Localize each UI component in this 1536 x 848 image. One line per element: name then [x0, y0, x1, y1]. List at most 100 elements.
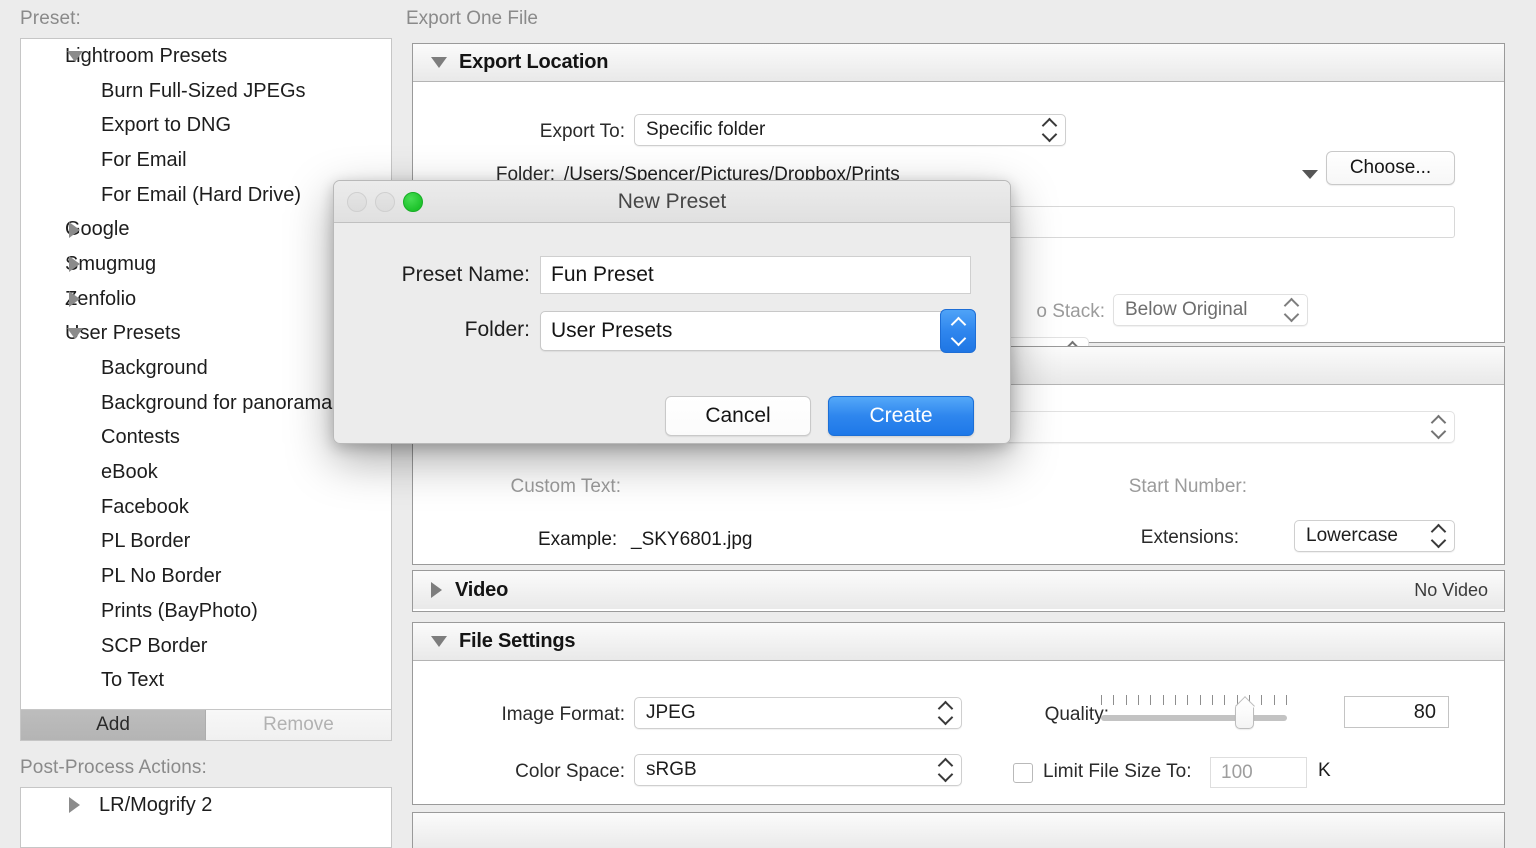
disclosure-triangle-right-icon[interactable] [69, 797, 80, 814]
export-location-header[interactable]: Export Location [413, 44, 1504, 82]
tree-item-row[interactable]: Facebook [21, 490, 391, 525]
chevron-updown-icon [1042, 120, 1056, 140]
color-space-value: sRGB [646, 759, 697, 780]
folder-label: Folder: [464, 318, 530, 341]
quality-slider-track[interactable] [1101, 715, 1287, 721]
new-preset-dialog: New Preset Preset Name: Fun Preset Folde… [333, 180, 1011, 444]
quality-slider[interactable] [1101, 695, 1287, 729]
extensions-select[interactable]: Lowercase [1294, 520, 1455, 552]
image-format-value: JPEG [646, 702, 696, 723]
post-process-actions-list[interactable]: LR/Mogrify 2 [20, 787, 392, 848]
tree-item-row[interactable]: PL No Border [21, 559, 391, 594]
folder-value: User Presets [551, 319, 673, 342]
limit-file-size-input[interactable]: 100 [1210, 757, 1307, 788]
example-filename-value: _SKY6801.jpg [631, 529, 753, 550]
cancel-button[interactable]: Cancel [665, 396, 811, 436]
window-controls [347, 191, 423, 212]
folder-history-chevron-down-icon[interactable] [1302, 170, 1318, 179]
disclosure-triangle-down-icon[interactable] [431, 57, 447, 68]
tree-item-row[interactable]: Burn Full-Sized JPEGs [21, 74, 391, 109]
image-sizing-section [412, 812, 1505, 848]
preset-list-buttons: Add Remove [20, 710, 392, 741]
tree-item-row[interactable]: SCP Border [21, 629, 391, 664]
export-dialog-window: Preset: Lightroom Presets Burn Full-Sized… [0, 0, 1536, 848]
extensions-value: Lowercase [1306, 525, 1398, 546]
stepper-updown-icon[interactable] [940, 309, 976, 353]
disclosure-triangle-down-icon[interactable] [67, 50, 83, 62]
chevron-updown-icon [938, 760, 952, 780]
preset-name-label: Preset Name: [401, 263, 530, 286]
tree-item-label: Background for panoramas [101, 391, 343, 414]
tree-item-row[interactable]: For Email [21, 143, 391, 178]
dialog-titlebar[interactable]: New Preset [334, 181, 1010, 223]
tree-item-row[interactable]: To Text [21, 663, 391, 698]
choose-folder-button[interactable]: Choose... [1326, 151, 1455, 185]
tree-item-row[interactable]: PL Border [21, 525, 391, 560]
limit-file-size-checkbox[interactable] [1013, 763, 1033, 783]
file-settings-header[interactable]: File Settings [413, 623, 1504, 661]
disclosure-triangle-down-icon[interactable] [67, 328, 83, 340]
export-to-value: Specific folder [646, 119, 766, 140]
image-format-label: Image Format: [501, 704, 625, 725]
preset-name-input[interactable]: Fun Preset [540, 256, 971, 294]
minimize-icon[interactable] [375, 191, 395, 212]
tree-item-label: To Text [101, 669, 164, 692]
dialog-title: New Preset [617, 189, 727, 213]
tree-item-label: Export to DNG [101, 114, 232, 137]
file-settings-section: File Settings Image Format: JPEG Color S… [412, 622, 1505, 805]
quality-value-input[interactable]: 80 [1344, 696, 1449, 728]
quality-label: Quality: [1044, 704, 1109, 725]
tree-item-row[interactable]: Prints (BayPhoto) [21, 594, 391, 629]
tree-item-label: PL Border [101, 530, 191, 553]
tree-item-label: Burn Full-Sized JPEGs [101, 79, 306, 102]
list-item[interactable]: LR/Mogrify 2 [21, 788, 391, 823]
tree-group-row[interactable]: Lightroom Presets [21, 39, 391, 74]
tree-item-label: For Email [101, 148, 187, 171]
section-title: Video [455, 578, 509, 601]
tree-item-label: Prints (BayPhoto) [101, 599, 258, 622]
add-to-stack-value: Below Original [1125, 299, 1248, 320]
create-button[interactable]: Create [828, 396, 974, 436]
zoom-icon[interactable] [403, 191, 423, 212]
post-process-actions-label: Post-Process Actions: [20, 757, 207, 778]
close-icon[interactable] [347, 191, 367, 212]
video-section: Video No Video [412, 570, 1505, 612]
color-space-label: Color Space: [515, 761, 625, 782]
tree-item-label: Lightroom Presets [65, 44, 228, 67]
extensions-label: Extensions: [1140, 527, 1239, 548]
add-preset-button[interactable]: Add [21, 710, 206, 740]
quality-slider-ticks [1101, 695, 1287, 707]
chevron-updown-icon [1431, 417, 1445, 437]
tree-item-label: Contests [101, 426, 180, 449]
image-sizing-header[interactable] [413, 813, 1504, 848]
preset-list-label: Preset: [20, 8, 81, 29]
tree-item-label: PL No Border [101, 565, 222, 588]
disclosure-triangle-right-icon[interactable] [431, 582, 442, 598]
chevron-updown-icon [1284, 300, 1298, 320]
add-to-stack-select[interactable]: Below Original [1113, 294, 1308, 326]
video-header[interactable]: Video No Video [413, 571, 1504, 609]
tree-item-label: eBook [101, 461, 158, 484]
export-to-select[interactable]: Specific folder [634, 114, 1066, 146]
page-title: Export One File [406, 8, 538, 29]
start-number-label: Start Number: [1128, 476, 1247, 497]
disclosure-triangle-down-icon[interactable] [431, 636, 447, 647]
disclosure-triangle-right-icon[interactable] [69, 221, 80, 238]
dialog-body: Preset Name: Fun Preset Folder: User Pre… [334, 223, 1010, 443]
tree-item-label: SCP Border [101, 634, 208, 657]
chevron-updown-icon [1431, 526, 1445, 546]
remove-preset-button[interactable]: Remove [206, 710, 391, 740]
tree-item-row[interactable]: Export to DNG [21, 108, 391, 143]
custom-text-label: Custom Text: [510, 476, 621, 497]
disclosure-triangle-right-icon[interactable] [69, 291, 80, 308]
video-status-badge: No Video [1414, 579, 1488, 600]
example-label: Example: [538, 529, 618, 550]
tree-item-row[interactable]: eBook [21, 455, 391, 490]
folder-select[interactable]: User Presets [540, 309, 976, 353]
section-title: File Settings [459, 630, 576, 652]
color-space-select[interactable]: sRGB [634, 754, 962, 786]
quality-slider-knob[interactable] [1234, 705, 1254, 729]
post-process-action-label: LR/Mogrify 2 [99, 793, 213, 816]
tree-item-label: For Email (Hard Drive) [101, 183, 302, 206]
disclosure-triangle-right-icon[interactable] [69, 256, 80, 273]
